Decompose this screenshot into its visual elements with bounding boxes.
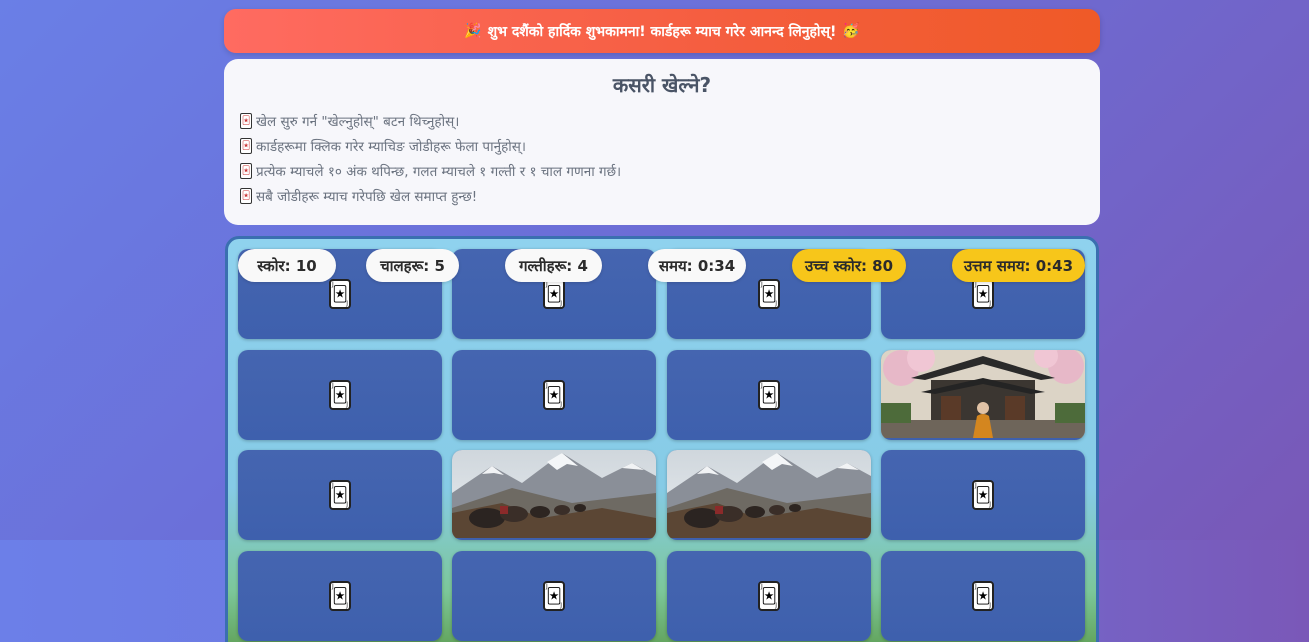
jester-card-icon: J 🃏 J xyxy=(758,279,780,309)
playing-card-icon: 🃏 xyxy=(240,112,252,129)
jester-card-icon: J 🃏 J xyxy=(758,581,780,611)
memory-card-face-down[interactable]: J 🃏 J xyxy=(881,450,1085,540)
memory-card-face-down[interactable]: J 🃏 J xyxy=(452,350,656,440)
monastery-monk-image xyxy=(881,350,1085,440)
jester-card-icon: J 🃏 J xyxy=(972,581,994,611)
jester-card-icon: J 🃏 J xyxy=(329,380,351,410)
memory-card-face-up-mountain-yaks[interactable] xyxy=(667,450,871,540)
instruction-item: 🃏 सबै जोडीहरू म्याच गरेपछि खेल समाप्त हुन… xyxy=(240,187,478,205)
mountain-yaks-image xyxy=(452,450,656,540)
instruction-item: 🃏 प्रत्येक म्याचले १० अंक थपिन्छ, गलत म्य… xyxy=(240,162,622,180)
memory-card-face-down[interactable]: J 🃏 J xyxy=(238,350,442,440)
best-time-badge: उत्तम समय: 0:43 xyxy=(952,249,1085,282)
memory-card-face-down[interactable]: J 🃏 J xyxy=(667,350,871,440)
mistakes-badge: गल्तीहरू: 4 xyxy=(505,249,602,282)
memory-card-face-down[interactable]: J 🃏 J xyxy=(667,551,871,641)
jester-card-icon: J 🃏 J xyxy=(329,480,351,510)
memory-card-face-down[interactable]: J 🃏 J xyxy=(238,551,442,641)
banner-text: शुभ दशैंको हार्दिक शुभकामना! कार्डहरू म्… xyxy=(487,23,837,40)
instruction-item: 🃏 कार्डहरूमा क्लिक गरेर म्याचिङ जोडीहरू फ… xyxy=(240,137,526,155)
instruction-item: 🃏 खेल सुरु गर्न "खेल्नुहोस्" बटन थिच्नुहो… xyxy=(240,112,460,130)
jester-card-icon: J 🃏 J xyxy=(972,279,994,309)
jester-card-icon: J 🃏 J xyxy=(543,380,565,410)
score-badge: स्कोर: 10 xyxy=(238,249,336,282)
how-to-play-panel: कसरी खेल्ने? 🃏 खेल सुरु गर्न "खेल्नुहोस्"… xyxy=(224,59,1100,225)
playing-card-icon: 🃏 xyxy=(240,162,252,179)
memory-card-face-down[interactable]: J 🃏 J xyxy=(881,551,1085,641)
jester-card-icon: J 🃏 J xyxy=(758,380,780,410)
party-popper-icon: 🎉 xyxy=(464,23,482,39)
jester-card-icon: J 🃏 J xyxy=(329,279,351,309)
jester-card-icon: J 🃏 J xyxy=(543,279,565,309)
memory-card-face-up-monastery-monk[interactable] xyxy=(881,350,1085,440)
memory-card-face-down[interactable]: J 🃏 J xyxy=(238,450,442,540)
playing-card-icon: 🃏 xyxy=(240,187,252,204)
timer-badge: समय: 0:34 xyxy=(648,249,746,282)
memory-card-face-down[interactable]: J 🃏 J xyxy=(452,551,656,641)
star-struck-face-icon: 🥳 xyxy=(842,23,860,39)
instructions-list: 🃏 खेल सुरु गर्न "खेल्नुहोस्" बटन थिच्नुहो… xyxy=(240,108,1084,208)
memory-card-face-up-mountain-yaks[interactable] xyxy=(452,450,656,540)
high-score-badge: उच्च स्कोर: 80 xyxy=(792,249,906,282)
greeting-banner: 🎉 शुभ दशैंको हार्दिक शुभकामना! कार्डहरू … xyxy=(224,9,1100,53)
how-to-play-title: कसरी खेल्ने? xyxy=(612,73,712,97)
jester-card-icon: J 🃏 J xyxy=(329,581,351,611)
mountain-yaks-image xyxy=(667,450,871,540)
jester-card-icon: J 🃏 J xyxy=(543,581,565,611)
playing-card-icon: 🃏 xyxy=(240,137,252,154)
moves-badge: चालहरू: 5 xyxy=(366,249,459,282)
jester-card-icon: J 🃏 J xyxy=(972,480,994,510)
